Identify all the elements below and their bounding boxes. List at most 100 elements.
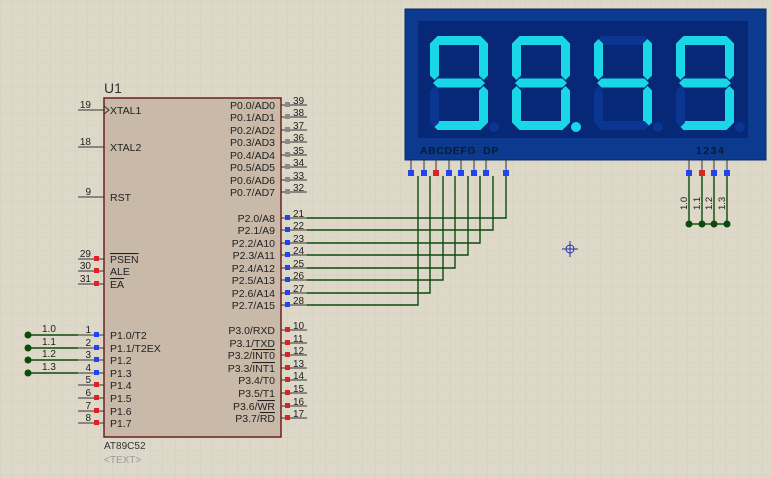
segment-pin-marker bbox=[483, 170, 489, 176]
pin-number: 22 bbox=[293, 221, 305, 232]
net-label: 1.1 bbox=[692, 197, 703, 210]
pin-number: 26 bbox=[293, 271, 305, 282]
segment-c bbox=[479, 86, 488, 127]
pin-label: P2.0/A8 bbox=[238, 213, 276, 225]
pin-number: 30 bbox=[80, 261, 92, 272]
pin-state-marker bbox=[285, 365, 290, 370]
pin-label: XTAL2 bbox=[110, 142, 141, 154]
seven-segment-display[interactable]: ABCDEFG DP 1234 bbox=[404, 8, 767, 176]
digit-pin-marker bbox=[724, 170, 730, 176]
pin-number: 6 bbox=[85, 388, 91, 399]
pin-number: 12 bbox=[293, 346, 305, 357]
pin-number: 4 bbox=[85, 363, 91, 374]
pin-state-marker bbox=[94, 281, 99, 286]
segment-d bbox=[597, 121, 649, 130]
pin-label: P0.2/AD2 bbox=[230, 125, 275, 137]
pin-state-marker bbox=[285, 164, 290, 169]
net-terminal bbox=[24, 344, 32, 352]
segment-pins-label: ABCDEFG DP bbox=[420, 145, 499, 157]
pin-label: P0.4/AD4 bbox=[230, 150, 275, 162]
net-terminal bbox=[24, 331, 32, 339]
pin-label: P2.1/A9 bbox=[238, 225, 276, 237]
pin-label: P2.5/A13 bbox=[232, 275, 275, 287]
pin-number: 31 bbox=[80, 274, 92, 285]
pin-state-marker bbox=[285, 152, 290, 157]
pin-state-marker bbox=[94, 357, 99, 362]
pin-number: 28 bbox=[293, 296, 305, 307]
segment-c bbox=[561, 86, 570, 127]
segment-b bbox=[479, 39, 488, 80]
pin-number: 11 bbox=[293, 334, 304, 345]
schematic-canvas[interactable]: U1 19 XTAL1 18 XTAL2 9 RST 29 PSEN 30 ALE 31 EA 1 P1.… bbox=[0, 0, 772, 478]
net-label: 1.0 bbox=[42, 324, 56, 335]
pin-number: 21 bbox=[293, 209, 305, 220]
segment-g bbox=[515, 78, 567, 88]
segment-d bbox=[679, 121, 731, 130]
pin-state-marker bbox=[285, 127, 290, 132]
pin-label: P1.7 bbox=[110, 418, 132, 430]
pin-number: 33 bbox=[293, 171, 305, 182]
pin-state-marker bbox=[94, 408, 99, 413]
segment-pin-marker bbox=[433, 170, 439, 176]
segment-e bbox=[676, 86, 685, 127]
pin-label: P1.4 bbox=[110, 380, 132, 392]
pin-label: P3.4/T0 bbox=[238, 375, 275, 387]
pin-state-marker bbox=[285, 340, 290, 345]
pin-state-marker bbox=[285, 139, 290, 144]
segment-d bbox=[433, 121, 485, 130]
pin-number: 38 bbox=[293, 108, 305, 119]
pin-number: 18 bbox=[80, 137, 92, 148]
chip-right-pins: 39 P0.0/AD0 38 P0.1/AD1 37 P0.2/AD2 36 P0.3/AD3… bbox=[228, 96, 307, 425]
segment-f bbox=[512, 39, 521, 80]
chip-part-name: AT89C52 bbox=[104, 441, 146, 452]
net-terminal bbox=[24, 369, 32, 377]
pin-label: P1.2 bbox=[110, 355, 132, 367]
pin-number: 17 bbox=[293, 409, 305, 420]
net-terminal bbox=[24, 356, 32, 364]
pin-state-marker bbox=[94, 370, 99, 375]
pin-label: P1.0/T2 bbox=[110, 330, 147, 342]
pin-number: 10 bbox=[293, 321, 305, 332]
net-label: 1.3 bbox=[717, 197, 728, 210]
pin-label: P0.7/AD7 bbox=[230, 187, 275, 199]
segment-c bbox=[725, 86, 734, 127]
pin-state-marker bbox=[285, 227, 290, 232]
pin-number: 27 bbox=[293, 284, 305, 295]
segment-pin-marker bbox=[421, 170, 427, 176]
pin-number: 39 bbox=[293, 96, 305, 107]
pin-number: 32 bbox=[293, 183, 305, 194]
pin-number: 29 bbox=[80, 249, 92, 260]
segment-e bbox=[594, 86, 603, 127]
decimal-point bbox=[571, 122, 581, 132]
pin-state-marker bbox=[94, 382, 99, 387]
pin-label: RST bbox=[110, 192, 132, 204]
pin-state-marker bbox=[285, 215, 290, 220]
segment-pin-marker bbox=[471, 170, 477, 176]
microcontroller-u1[interactable]: U1 19 XTAL1 18 XTAL2 9 RST 29 PSEN 30 ALE 31 EA 1 P1.… bbox=[78, 80, 307, 466]
pin-number: 19 bbox=[80, 100, 92, 111]
chip-reference: U1 bbox=[104, 80, 122, 96]
pin-label: P0.0/AD0 bbox=[230, 100, 275, 112]
segment-d bbox=[515, 121, 567, 130]
pin-label: P1.1/T2EX bbox=[110, 343, 161, 355]
segment-a bbox=[679, 36, 731, 45]
pin-state-marker bbox=[285, 265, 290, 270]
pin-state-marker bbox=[94, 268, 99, 273]
pin-state-marker bbox=[94, 420, 99, 425]
pin-number: 16 bbox=[293, 397, 305, 408]
pin-number: 1 bbox=[85, 325, 91, 336]
pin-label: P0.3/AD3 bbox=[230, 137, 275, 149]
pin-label: EA bbox=[110, 279, 124, 291]
pin-label: P1.5 bbox=[110, 393, 132, 405]
segment-e bbox=[430, 86, 439, 127]
pin-number: 35 bbox=[293, 146, 305, 157]
pin-state-marker bbox=[285, 415, 290, 420]
pin-state-marker bbox=[285, 290, 290, 295]
net-label: 1.2 bbox=[42, 349, 56, 360]
digit-pin-marker bbox=[686, 170, 692, 176]
pin-label: P1.3 bbox=[110, 368, 132, 380]
pin-state-marker bbox=[285, 177, 290, 182]
digit-pins-label: 1234 bbox=[696, 145, 725, 157]
pin-state-marker bbox=[285, 327, 290, 332]
pin-number: 24 bbox=[293, 246, 305, 257]
